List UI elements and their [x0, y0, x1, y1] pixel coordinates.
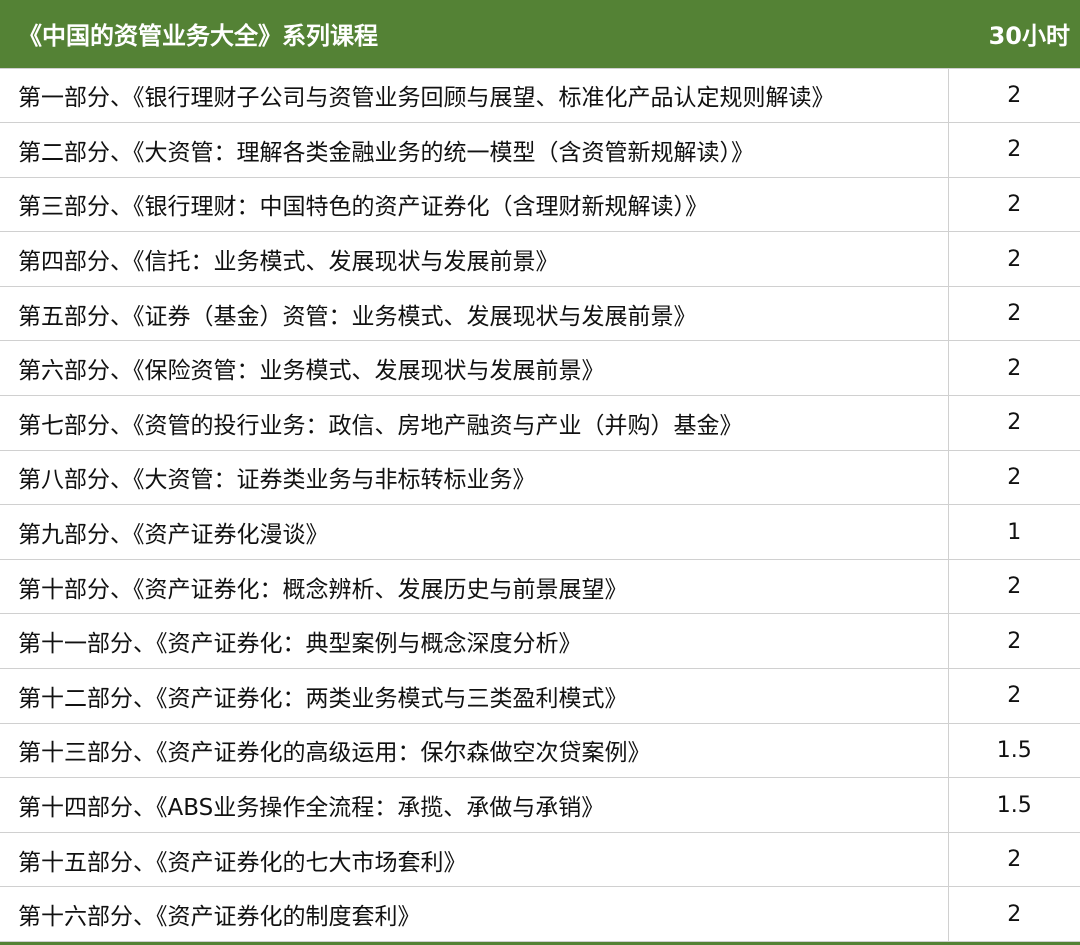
total-hours-header: 30小时	[988, 22, 1070, 51]
course-part-hours: 1.5	[948, 777, 1080, 833]
course-part-hours: 2	[948, 285, 1080, 342]
table-row: 第二部分、《大资管：理解各类金融业务的统一模型（含资管新规解读）》 2	[0, 122, 1080, 178]
table-row: 第五部分、《证券（基金）资管：业务模式、发展现状与发展前景》 2	[0, 285, 1080, 342]
course-part-hours: 1.5	[948, 722, 1080, 779]
course-part-title: 第十一部分、《资产证券化：典型案例与概念深度分析》	[0, 613, 949, 670]
table-row: 第八部分、《大资管：证券类业务与非标转标业务》 2	[0, 449, 1080, 506]
table-header-row: 《中国的资管业务大全》系列课程 30小时	[0, 0, 1080, 68]
course-part-hours: 1	[948, 504, 1080, 560]
course-part-hours: 2	[948, 558, 1080, 615]
course-part-title: 第十五部分、《资产证券化的七大市场套利》	[0, 831, 949, 888]
course-part-title: 第五部分、《证券（基金）资管：业务模式、发展现状与发展前景》	[0, 285, 949, 342]
table-row: 第十二部分、《资产证券化：两类业务模式与三类盈利模式》 2	[0, 668, 1080, 724]
course-part-hours: 2	[948, 176, 1080, 233]
table-row: 第十一部分、《资产证券化：典型案例与概念深度分析》 2	[0, 613, 1080, 670]
table-row: 第四部分、《信托：业务模式、发展现状与发展前景》 2	[0, 231, 1080, 287]
table-row: 第十部分、《资产证券化：概念辨析、发展历史与前景展望》 2	[0, 558, 1080, 615]
course-part-title: 第六部分、《保险资管：业务模式、发展现状与发展前景》	[0, 340, 949, 397]
course-part-title: 第四部分、《信托：业务模式、发展现状与发展前景》	[0, 231, 949, 287]
course-rows: 第一部分、《银行理财子公司与资管业务回顾与展望、标准化产品认定规则解读》 2 第二部…	[0, 67, 1080, 942]
course-part-hours: 2	[948, 395, 1080, 451]
course-series-title: 《中国的资管业务大全》系列课程	[18, 22, 378, 51]
course-part-title: 第一部分、《银行理财子公司与资管业务回顾与展望、标准化产品认定规则解读》	[0, 67, 949, 124]
course-part-title: 第三部分、《银行理财：中国特色的资产证券化（含理财新规解读）》	[0, 176, 949, 233]
course-part-title: 第十六部分、《资产证券化的制度套利》	[0, 886, 949, 942]
course-part-title: 第十四部分、《ABS业务操作全流程：承揽、承做与承销》	[0, 777, 949, 833]
course-part-hours: 2	[948, 449, 1080, 506]
table-row: 第一部分、《银行理财子公司与资管业务回顾与展望、标准化产品认定规则解读》 2	[0, 67, 1080, 124]
course-part-hours: 2	[948, 668, 1080, 724]
table-row: 第十四部分、《ABS业务操作全流程：承揽、承做与承销》 1.5	[0, 777, 1080, 833]
course-part-hours: 2	[948, 831, 1080, 888]
table-row: 第十三部分、《资产证券化的高级运用：保尔森做空次贷案例》 1.5	[0, 722, 1080, 779]
course-part-hours: 2	[948, 340, 1080, 397]
table-row: 第十五部分、《资产证券化的七大市场套利》 2	[0, 831, 1080, 888]
table-row: 第三部分、《银行理财：中国特色的资产证券化（含理财新规解读）》 2	[0, 176, 1080, 233]
table-row: 第九部分、《资产证券化漫谈》 1	[0, 504, 1080, 560]
course-part-title: 第二部分、《大资管：理解各类金融业务的统一模型（含资管新规解读）》	[0, 122, 949, 178]
table-row: 第十六部分、《资产证券化的制度套利》 2	[0, 886, 1080, 942]
course-part-title: 第十二部分、《资产证券化：两类业务模式与三类盈利模式》	[0, 668, 949, 724]
course-part-hours: 2	[948, 67, 1080, 124]
course-table: 《中国的资管业务大全》系列课程 30小时 第一部分、《银行理财子公司与资管业务回…	[0, 0, 1080, 942]
table-row: 第七部分、《资管的投行业务：政信、房地产融资与产业（并购）基金》 2	[0, 395, 1080, 451]
course-part-title: 第八部分、《大资管：证券类业务与非标转标业务》	[0, 449, 949, 506]
course-part-hours: 2	[948, 886, 1080, 942]
course-part-title: 第十部分、《资产证券化：概念辨析、发展历史与前景展望》	[0, 558, 949, 615]
course-part-title: 第七部分、《资管的投行业务：政信、房地产融资与产业（并购）基金》	[0, 395, 949, 451]
course-part-hours: 2	[948, 122, 1080, 178]
table-row: 第六部分、《保险资管：业务模式、发展现状与发展前景》 2	[0, 340, 1080, 397]
course-part-hours: 2	[948, 231, 1080, 287]
course-part-title: 第九部分、《资产证券化漫谈》	[0, 504, 949, 560]
course-part-title: 第十三部分、《资产证券化的高级运用：保尔森做空次贷案例》	[0, 722, 949, 779]
course-part-hours: 2	[948, 613, 1080, 670]
